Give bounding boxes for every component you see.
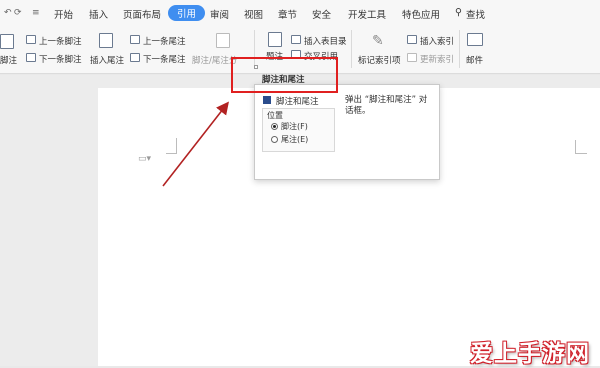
annotation-arrow: [162, 101, 229, 187]
watermark-logo: 爱上手游网: [470, 341, 590, 367]
